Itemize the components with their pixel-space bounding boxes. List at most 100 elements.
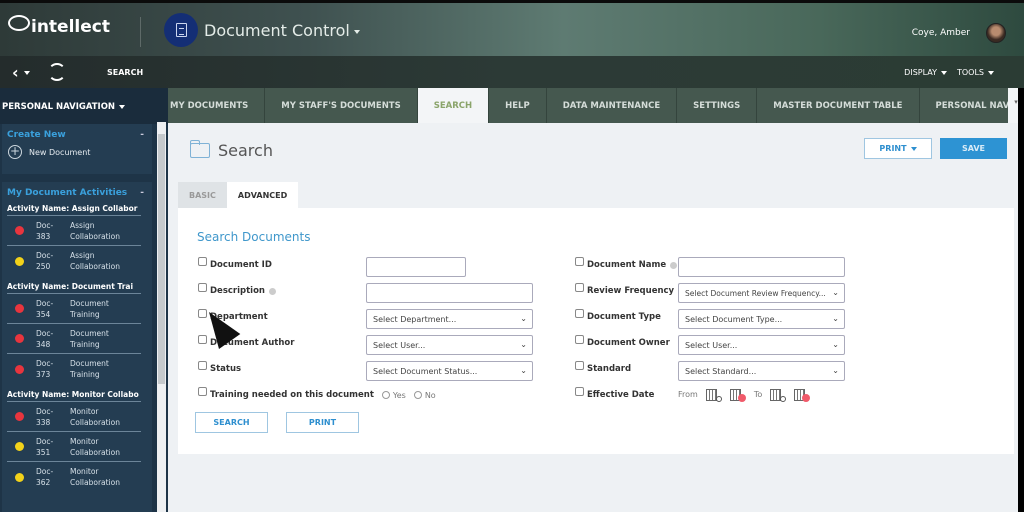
tab-master-document-table[interactable]: MASTER DOCUMENT TABLE (757, 88, 920, 123)
standard-field: Standard (575, 360, 631, 374)
document-name-input[interactable] (678, 257, 845, 277)
main-tabs: MY DOCUMENTS MY STAFF'S DOCUMENTS SEARCH HE… (168, 88, 1024, 123)
document-app-icon[interactable] (164, 13, 198, 47)
calendar-clear-icon[interactable] (794, 387, 811, 402)
tools-label: TOOLS (956, 68, 984, 77)
tools-menu[interactable]: TOOLS (957, 68, 994, 77)
activity-item[interactable]: Doc- 383 Assign Collaboration (7, 216, 141, 246)
activity-item[interactable]: Doc- 354 Document Training (7, 294, 141, 324)
document-owner-field: Document Owner (575, 334, 670, 348)
chevron-down-icon: ⌄ (832, 314, 839, 323)
document-id-label: Document ID (210, 260, 272, 270)
review-frequency-label: Review Frequency (587, 286, 675, 296)
avatar[interactable] (986, 23, 1006, 43)
chevron-down-icon: ⌄ (832, 340, 839, 349)
document-type-select[interactable]: Select Document Type... ⌄ (678, 309, 845, 329)
chevron-down-icon: ⌄ (520, 340, 527, 349)
subtab-advanced[interactable]: ADVANCED (226, 182, 299, 208)
intellect-logo[interactable]: intellect (8, 15, 110, 37)
activity-line2: Training (70, 309, 100, 319)
training-yes-radio[interactable] (381, 391, 390, 399)
app-switcher[interactable]: Document Control (204, 21, 360, 40)
activity-item[interactable]: Doc- 338 Monitor Collaboration (7, 402, 141, 432)
activity-line2: Collaboration (70, 262, 120, 271)
effective-date-checkbox[interactable] (575, 386, 584, 396)
display-menu[interactable]: DISPLAY (904, 68, 947, 77)
activity-item[interactable]: Doc- 351 Monitor Collaboration (7, 432, 141, 462)
standard-checkbox[interactable] (575, 360, 584, 370)
activity-description: Document Training (70, 298, 109, 320)
collapse-button[interactable]: - (140, 188, 144, 198)
document-type-checkbox[interactable] (575, 308, 584, 318)
print-button[interactable]: PRINT (286, 412, 359, 433)
status-checkbox[interactable] (198, 360, 207, 370)
status-select-value: Select Document Status... (373, 367, 478, 376)
sidebar-header-label: PERSONAL NAVIGATION (2, 102, 116, 112)
activity-group: Activity Name: Document Trai Doc- 354 Docum… (2, 276, 152, 384)
tab-data-maintenance[interactable]: DATA MAINTENANCE (547, 88, 678, 123)
back-button[interactable]: ‹ (12, 63, 30, 82)
doc-prefix: Doc- (36, 406, 54, 416)
description-checkbox[interactable] (198, 282, 207, 292)
doc-prefix: Doc- (36, 298, 54, 308)
activity-description: Monitor Collaboration (70, 406, 120, 428)
personal-navigation-menu[interactable]: PERSONAL NAVIGATION (0, 88, 168, 124)
activity-doc-id: Doc- 250 (36, 250, 70, 272)
review-frequency-select[interactable]: Select Document Review Frequency... ⌄ (678, 283, 845, 303)
document-id-checkbox[interactable] (198, 256, 207, 266)
activity-item[interactable]: Doc- 250 Assign Collaboration (7, 246, 141, 276)
document-author-select[interactable]: Select User... ⌄ (366, 335, 533, 355)
activity-doc-id: Doc- 383 (36, 220, 70, 242)
sidebar-scrollbar[interactable] (157, 122, 166, 512)
document-owner-label: Document Owner (587, 338, 670, 348)
activity-item[interactable]: Doc- 373 Document Training (7, 354, 141, 384)
review-frequency-checkbox[interactable] (575, 282, 584, 292)
status-label: Status (210, 364, 242, 374)
status-select[interactable]: Select Document Status... ⌄ (366, 361, 533, 381)
department-select[interactable]: Select Department... ⌄ (366, 309, 533, 329)
effective-date-label: Effective Date (587, 390, 655, 400)
print-dropdown-button[interactable]: PRINT (864, 138, 932, 159)
refresh-icon[interactable] (48, 63, 66, 81)
document-author-checkbox[interactable] (198, 334, 207, 344)
new-document-link[interactable]: + New Document (2, 140, 152, 159)
training-no-radio[interactable] (413, 391, 422, 399)
document-owner-checkbox[interactable] (575, 334, 584, 344)
help-icon[interactable] (670, 261, 678, 269)
search-button[interactable]: SEARCH (195, 412, 268, 433)
tab-my-documents[interactable]: MY DOCUMENTS (168, 88, 266, 123)
training-label: Training needed on this document (210, 390, 374, 400)
calendar-search-icon[interactable] (705, 387, 722, 402)
document-id-input[interactable] (366, 257, 466, 277)
doc-number: 354 (36, 309, 51, 319)
training-checkbox[interactable] (198, 386, 207, 396)
activity-doc-id: Doc- 362 (36, 466, 70, 488)
help-icon[interactable] (268, 287, 276, 295)
activity-line2: Collaboration (70, 447, 120, 457)
tab-my-staff-s-documents[interactable]: MY STAFF'S DOCUMENTS (265, 88, 418, 123)
subtab-basic[interactable]: BASIC (178, 182, 227, 208)
user-name[interactable]: Coye, Amber (912, 28, 970, 38)
header-divider (140, 17, 141, 47)
calendar-clear-icon[interactable] (729, 387, 746, 402)
activity-line1: Monitor (70, 467, 99, 476)
tab-search[interactable]: SEARCH (417, 88, 490, 123)
standard-select[interactable]: Select Standard... ⌄ (678, 361, 845, 381)
tab-settings[interactable]: SETTINGS (677, 88, 758, 123)
description-label: Description (210, 286, 265, 296)
caret-down-icon (23, 70, 30, 75)
scrollbar-thumb[interactable] (158, 134, 165, 384)
caret-down-icon (910, 146, 917, 151)
chevron-down-icon: ⌄ (832, 366, 839, 375)
document-owner-select[interactable]: Select User... ⌄ (678, 335, 845, 355)
calendar-search-icon[interactable] (770, 387, 787, 402)
activity-item[interactable]: Doc- 348 Document Training (7, 324, 141, 354)
save-button[interactable]: SAVE (940, 138, 1007, 159)
collapse-button[interactable]: - (140, 130, 144, 140)
tab-help[interactable]: HELP (489, 88, 547, 123)
activity-item[interactable]: Doc- 362 Monitor Collaboration (7, 462, 141, 492)
description-input[interactable] (366, 283, 533, 303)
status-dot-icon (15, 412, 24, 421)
document-name-checkbox[interactable] (575, 256, 584, 266)
doc-number: 250 (36, 262, 51, 271)
